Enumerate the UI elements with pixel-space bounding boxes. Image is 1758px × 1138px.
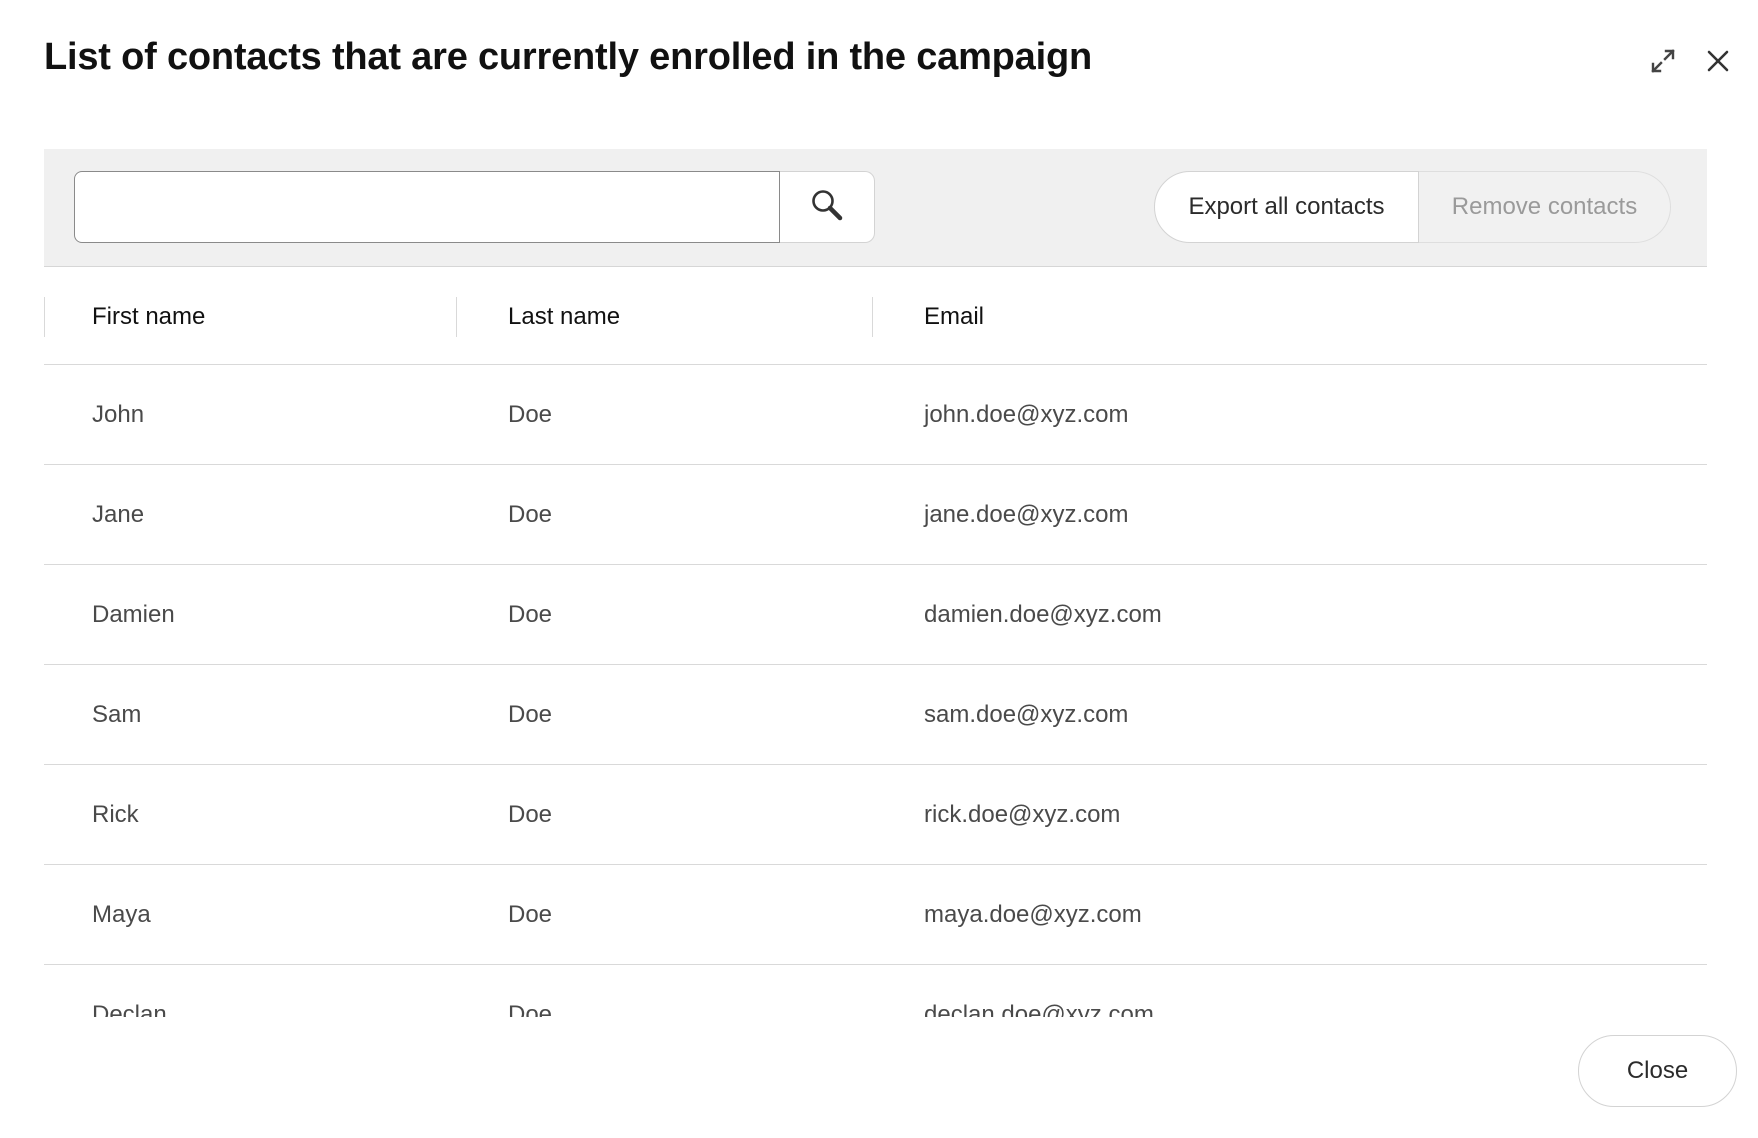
cell-last-name: Doe <box>508 501 553 528</box>
table-row[interactable]: Declan Doe declan.doe@xyz.com <box>44 965 1707 1017</box>
contacts-table: First name Last name Email John Doe john… <box>44 267 1707 1017</box>
cell-email: sam.doe@xyz.com <box>924 701 1129 728</box>
column-divider[interactable] <box>456 297 457 337</box>
cell-email: damien.doe@xyz.com <box>924 601 1162 628</box>
contacts-dialog: List of contacts that are currently enro… <box>0 0 1758 1138</box>
column-header-email[interactable]: Email <box>924 303 984 331</box>
dialog-title: List of contacts that are currently enro… <box>44 36 1092 78</box>
column-divider[interactable] <box>872 297 873 337</box>
column-header-first-name[interactable]: First name <box>92 303 205 331</box>
expand-icon[interactable] <box>1643 41 1683 81</box>
cell-email: declan.doe@xyz.com <box>924 1001 1154 1017</box>
table-row[interactable]: Rick Doe rick.doe@xyz.com <box>44 765 1707 865</box>
cell-email: john.doe@xyz.com <box>924 401 1129 428</box>
cell-first-name: Jane <box>92 501 145 528</box>
table-row[interactable]: Damien Doe damien.doe@xyz.com <box>44 565 1707 665</box>
search-icon <box>810 188 844 227</box>
table-toolbar: Export all contacts Remove contacts <box>44 149 1707 267</box>
search-input[interactable] <box>74 171 780 243</box>
export-all-contacts-button[interactable]: Export all contacts <box>1154 171 1419 243</box>
cell-first-name: Damien <box>92 601 175 628</box>
cell-email: jane.doe@xyz.com <box>924 501 1129 528</box>
table-row[interactable]: Jane Doe jane.doe@xyz.com <box>44 465 1707 565</box>
table-row[interactable]: John Doe john.doe@xyz.com <box>44 365 1707 465</box>
action-button-group: Export all contacts Remove contacts <box>1154 171 1671 243</box>
cell-last-name: Doe <box>508 401 553 428</box>
cell-first-name: Rick <box>92 801 139 828</box>
cell-last-name: Doe <box>508 801 553 828</box>
table-header-row: First name Last name Email <box>44 267 1707 365</box>
cell-email: rick.doe@xyz.com <box>924 801 1121 828</box>
cell-last-name: Doe <box>508 601 553 628</box>
cell-first-name: Declan <box>92 1001 167 1017</box>
column-header-last-name[interactable]: Last name <box>508 303 620 331</box>
cell-email: maya.doe@xyz.com <box>924 901 1142 928</box>
column-divider[interactable] <box>44 297 45 337</box>
remove-contacts-button[interactable]: Remove contacts <box>1419 171 1671 243</box>
cell-first-name: Sam <box>92 701 142 728</box>
cell-last-name: Doe <box>508 701 553 728</box>
close-icon[interactable] <box>1698 41 1738 81</box>
cell-last-name: Doe <box>508 901 553 928</box>
cell-last-name: Doe <box>508 1001 553 1017</box>
cell-first-name: John <box>92 401 145 428</box>
table-row[interactable]: Sam Doe sam.doe@xyz.com <box>44 665 1707 765</box>
table-row[interactable]: Maya Doe maya.doe@xyz.com <box>44 865 1707 965</box>
search-button[interactable] <box>780 171 875 243</box>
cell-first-name: Maya <box>92 901 151 928</box>
close-button[interactable]: Close <box>1578 1035 1737 1107</box>
